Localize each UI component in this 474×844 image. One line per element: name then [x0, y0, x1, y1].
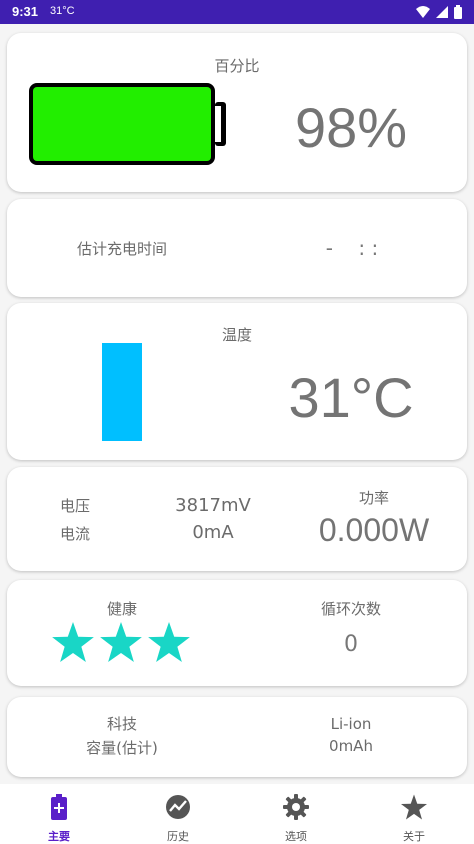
temperature-label: 温度: [221, 326, 253, 344]
status-bar: 9:31 31°C: [0, 0, 474, 24]
electric-card: 电压 3817mV 电流 0mA 功率 0.000W: [7, 467, 467, 571]
tech-value: Li-ion: [330, 715, 372, 733]
percentage-card: 百分比 98%: [7, 33, 467, 192]
star-icon: [52, 622, 94, 662]
power-label: 功率: [358, 489, 390, 507]
health-label: 健康: [106, 600, 138, 618]
charge-time-label: 估计充电时间: [76, 240, 168, 258]
status-time: 9:31: [12, 4, 39, 19]
star-icon: [148, 622, 190, 662]
battery-level-icon: [29, 83, 226, 165]
signal-icon: [436, 6, 448, 18]
voltage-label: 电压: [60, 497, 91, 515]
temperature-value: 31°C: [288, 366, 414, 429]
nav-label-options: 选项: [285, 830, 307, 843]
health-card: 健康 循环次数 0: [7, 580, 467, 686]
power-value: 0.000W: [318, 512, 430, 548]
cycle-label: 循环次数: [320, 600, 382, 618]
temperature-card: 温度 31°C: [7, 303, 467, 460]
current-label: 电流: [60, 525, 91, 543]
percentage-label: 百分比: [214, 57, 260, 75]
star-icon: [100, 622, 142, 662]
voltage-value: 3817mV: [175, 495, 251, 516]
gear-icon: [283, 794, 309, 820]
wifi-icon: [416, 6, 430, 18]
nav-item-history[interactable]: 历史: [148, 794, 208, 844]
charge-time-value: - : :: [325, 236, 379, 260]
nav-item-main[interactable]: 主要: [29, 794, 89, 844]
current-value: 0mA: [192, 522, 234, 543]
cycle-value: 0: [344, 632, 358, 657]
nav-label-history: 历史: [167, 830, 189, 843]
star-icon: [401, 794, 427, 820]
history-chart-icon: [166, 795, 190, 819]
nav-item-about[interactable]: 关于: [384, 794, 444, 844]
percentage-value: 98%: [294, 96, 408, 159]
temperature-bar: [102, 343, 142, 441]
capacity-value: 0mAh: [329, 737, 373, 755]
capacity-label: 容量(估计): [86, 739, 158, 757]
battery-status-icon: [454, 5, 462, 19]
status-temperature: 31°C: [50, 5, 75, 17]
battery-plus-icon: [51, 794, 67, 820]
tech-card: 科技 容量(估计) Li-ion 0mAh: [7, 697, 467, 777]
charge-time-card: 估计充电时间 - : :: [7, 199, 467, 297]
nav-item-options[interactable]: 选项: [266, 794, 326, 844]
nav-label-main: 主要: [48, 830, 70, 843]
bottom-navigation: 主要 历史 选项 关于: [0, 784, 474, 844]
tech-label: 科技: [106, 715, 138, 733]
health-stars: [52, 622, 192, 664]
nav-label-about: 关于: [403, 830, 425, 843]
